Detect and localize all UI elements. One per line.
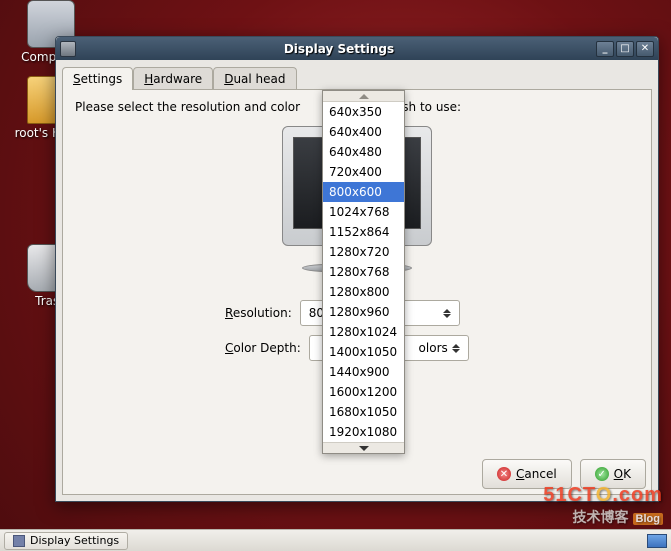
close-button[interactable]: ✕ [636,41,654,57]
tab-label: ettings [81,72,123,86]
dropdown-option[interactable]: 1152x864 [323,222,404,242]
dropdown-scroll-up[interactable] [323,91,404,102]
tab-hardware[interactable]: Hardware [133,67,213,90]
taskbar-app-icon [13,535,25,547]
taskbar-app-button[interactable]: Display Settings [4,532,128,550]
dropdown-option[interactable]: 720x400 [323,162,404,182]
dropdown-option[interactable]: 1280x720 [323,242,404,262]
taskbar: Display Settings [0,529,671,551]
cancel-button[interactable]: ✕ Cancel [482,459,572,489]
resolution-label: Resolution: [225,306,292,320]
dropdown-option[interactable]: 1280x960 [323,302,404,322]
minimize-button[interactable]: _ [596,41,614,57]
cancel-label: ancel [524,467,556,481]
dropdown-option[interactable]: 640x400 [323,122,404,142]
dropdown-option[interactable]: 1600x1200 [323,382,404,402]
taskbar-app-label: Display Settings [30,534,119,547]
dropdown-list: 640x350640x400640x480720x400800x6001024x… [323,102,404,442]
dropdown-option[interactable]: 1280x800 [323,282,404,302]
dropdown-option[interactable]: 800x600 [323,182,404,202]
dropdown-option[interactable]: 1400x1050 [323,342,404,362]
titlebar[interactable]: Display Settings _ □ ✕ [56,37,658,60]
dropdown-option[interactable]: 1440x900 [323,362,404,382]
dropdown-scroll-down[interactable] [323,442,404,453]
chevron-up-icon [359,94,369,99]
tray-desktop-switcher[interactable] [647,534,667,548]
combo-arrows-icon [448,344,464,353]
resolution-dropdown-popup: 640x350640x400640x480720x400800x6001024x… [322,90,405,454]
combo-arrows-icon [439,309,455,318]
ok-label: K [623,467,631,481]
cancel-icon: ✕ [497,467,511,481]
dropdown-option[interactable]: 1280x768 [323,262,404,282]
dropdown-option[interactable]: 1024x768 [323,202,404,222]
chevron-down-icon [359,446,369,451]
tab-dualhead[interactable]: Dual head [213,67,296,90]
window-app-icon [60,41,76,57]
window-title: Display Settings [82,42,596,56]
tab-row: Settings Hardware Dual head [56,60,658,89]
dropdown-option[interactable]: 640x350 [323,102,404,122]
dropdown-option[interactable]: 1680x1050 [323,402,404,422]
dropdown-option[interactable]: 1920x1080 [323,422,404,442]
tab-label: ardware [153,72,202,86]
colordepth-label: Color Depth: [225,341,301,355]
tab-settings[interactable]: Settings [62,67,133,90]
system-tray [647,534,667,548]
ok-icon: ✓ [595,467,609,481]
ok-button[interactable]: ✓ OK [580,459,646,489]
dropdown-option[interactable]: 640x480 [323,142,404,162]
tab-label: ual head [233,72,285,86]
maximize-button[interactable]: □ [616,41,634,57]
dropdown-option[interactable]: 1280x1024 [323,322,404,342]
dialog-button-row: ✕ Cancel ✓ OK [482,459,646,489]
